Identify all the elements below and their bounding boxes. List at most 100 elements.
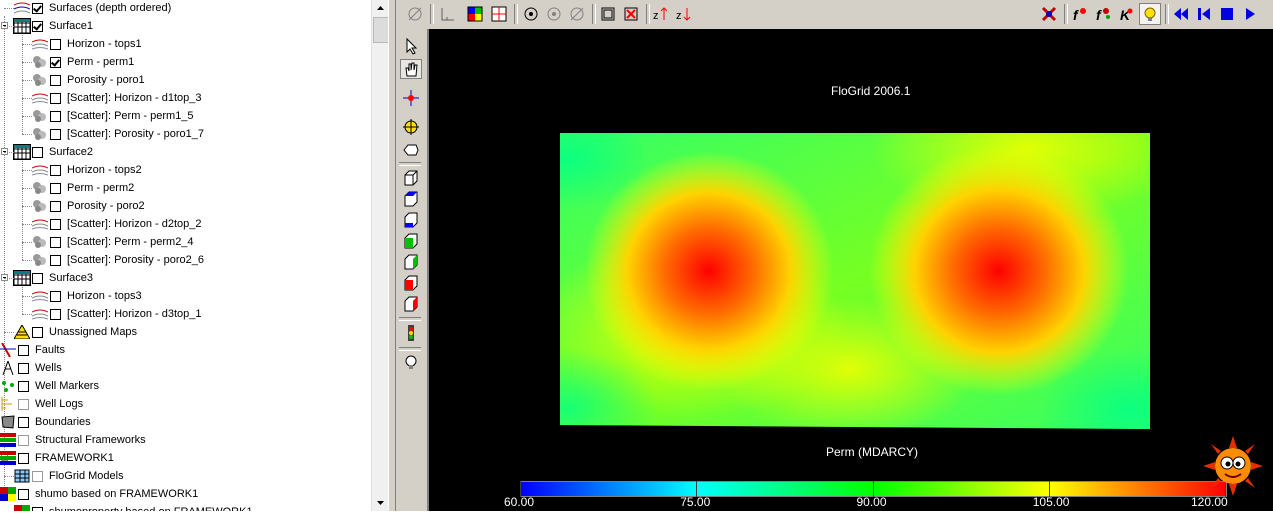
tree-item[interactable]: Unassigned Maps xyxy=(13,323,137,341)
tree-item[interactable]: Surface3 xyxy=(13,269,93,287)
box-cross-button[interactable] xyxy=(620,3,642,25)
tree-checkbox[interactable] xyxy=(32,272,43,284)
tree-item[interactable]: Surface1 xyxy=(13,17,93,35)
tree-item[interactable]: [Scatter]: Horizon - d3top_1 xyxy=(31,305,202,323)
tree-checkbox[interactable] xyxy=(32,2,43,14)
view-left-button[interactable] xyxy=(400,231,422,251)
view-bottom-button[interactable] xyxy=(400,210,422,230)
scroll-down-button[interactable] xyxy=(372,494,389,511)
view-front-red-button[interactable] xyxy=(400,273,422,293)
tree-item[interactable]: [Scatter]: Perm - perm1_5 xyxy=(32,107,194,125)
no-rotate-button[interactable] xyxy=(566,3,588,25)
stop-button[interactable] xyxy=(1216,3,1238,25)
tree-checkbox[interactable] xyxy=(18,416,29,428)
tree-checkbox[interactable] xyxy=(18,452,29,464)
tree-item[interactable]: Perm - perm1 xyxy=(32,53,134,71)
tree-item[interactable]: [Scatter]: Porosity - poro2_6 xyxy=(32,251,204,269)
k-layer-button[interactable]: K xyxy=(1115,3,1137,25)
tree-checkbox[interactable] xyxy=(50,254,61,266)
view-top-button[interactable] xyxy=(400,189,422,209)
tree-item[interactable]: [Scatter]: Horizon - d1top_3 xyxy=(31,89,202,107)
tree-item[interactable]: [Scatter]: Perm - perm2_4 xyxy=(32,233,194,251)
tree-item[interactable]: Structural Frameworks xyxy=(0,431,146,449)
zoom-move-button[interactable] xyxy=(400,88,422,108)
tree-checkbox[interactable] xyxy=(50,56,61,68)
tree-item[interactable]: Horizon - tops3 xyxy=(31,287,142,305)
rotate-x-button[interactable] xyxy=(520,3,542,25)
tree-item[interactable]: [Scatter]: Horizon - d2top_2 xyxy=(31,215,202,233)
tree-item[interactable]: Well Logs xyxy=(0,395,83,413)
scroll-thumb[interactable] xyxy=(373,17,389,43)
tree-checkbox[interactable] xyxy=(50,38,61,50)
tree-checkbox[interactable] xyxy=(18,344,29,356)
traffic-light-button[interactable] xyxy=(400,323,422,343)
tree-checkbox[interactable] xyxy=(50,164,61,176)
light-bulb-button[interactable] xyxy=(1139,3,1161,25)
tree-item[interactable]: Horizon - tops1 xyxy=(31,35,142,53)
tree-checkbox[interactable] xyxy=(18,434,29,446)
axes-button[interactable] xyxy=(436,3,458,25)
hide-button[interactable] xyxy=(404,3,426,25)
play-button[interactable] xyxy=(1239,3,1261,25)
z-scale-up-button[interactable]: z xyxy=(650,3,672,25)
tree-checkbox[interactable] xyxy=(32,20,43,32)
view-back-red-button[interactable] xyxy=(400,294,422,314)
color-cube-button[interactable] xyxy=(464,3,486,25)
tree-item[interactable]: [Scatter]: Porosity - poro1_7 xyxy=(32,125,204,143)
tree-checkbox[interactable] xyxy=(50,74,61,86)
tree-item[interactable]: Boundaries xyxy=(0,413,91,431)
tree-checkbox[interactable] xyxy=(50,236,61,248)
tree-checkbox[interactable] xyxy=(50,92,61,104)
tree-item[interactable]: FloGrid Models xyxy=(14,467,124,485)
mesh-cube-button[interactable] xyxy=(488,3,510,25)
tree-checkbox[interactable] xyxy=(50,308,61,320)
tree-item[interactable]: Surface2 xyxy=(13,143,94,161)
panel-splitter[interactable] xyxy=(388,0,396,511)
filter-button[interactable]: f xyxy=(1069,3,1091,25)
tree-checkbox[interactable] xyxy=(50,200,61,212)
tree-checkbox[interactable] xyxy=(32,326,43,338)
tree-item[interactable]: shumo based on FRAMEWORK1 xyxy=(0,485,198,503)
tree-checkbox[interactable] xyxy=(50,110,61,122)
tree-item[interactable]: Surfaces (depth ordered) xyxy=(13,0,171,17)
view-right-button[interactable] xyxy=(400,252,422,272)
wells-star-button[interactable] xyxy=(1038,3,1060,25)
tree-item[interactable]: Wells xyxy=(0,359,62,377)
tree-item[interactable]: Horizon - tops2 xyxy=(31,161,142,179)
3d-viewport[interactable]: FloGrid 2006.1 Perm (MDARCY) 60.00 75.00… xyxy=(427,29,1273,511)
target-button[interactable] xyxy=(400,117,422,137)
horizon-icon xyxy=(31,91,49,105)
light-button[interactable] xyxy=(400,352,422,372)
filter-red-button[interactable]: f xyxy=(1092,3,1114,25)
tree-checkbox[interactable] xyxy=(32,470,43,482)
scroll-up-button[interactable] xyxy=(372,0,389,17)
tree-item[interactable]: Faults xyxy=(0,341,65,359)
tree-item[interactable]: Porosity - poro2 xyxy=(32,197,145,215)
pointer-button[interactable] xyxy=(400,36,422,56)
tree-item[interactable]: FRAMEWORK1 xyxy=(0,449,114,467)
tree-checkbox[interactable] xyxy=(50,218,61,230)
pan-hand-button[interactable] xyxy=(400,59,422,79)
tree-item[interactable]: Porosity - poro1 xyxy=(32,71,145,89)
view-iso-button[interactable] xyxy=(400,168,422,188)
z-scale-down-button[interactable]: z xyxy=(673,3,695,25)
front-view-button[interactable] xyxy=(400,140,422,160)
tree-checkbox[interactable] xyxy=(50,290,61,302)
tree-item[interactable]: shumoproperty based on FRAMEWORK1 xyxy=(14,503,253,511)
tree-checkbox[interactable] xyxy=(50,182,61,194)
tree-checkbox[interactable] xyxy=(18,380,29,392)
tree-checkbox[interactable] xyxy=(50,128,61,140)
tree-item[interactable]: Perm - perm2 xyxy=(32,179,134,197)
tree-checkbox[interactable] xyxy=(18,362,29,374)
tree-scrollbar[interactable] xyxy=(371,0,389,511)
tree-checkbox[interactable] xyxy=(32,506,43,511)
rotate-y-button[interactable] xyxy=(543,3,565,25)
tree-checkbox[interactable] xyxy=(18,398,29,410)
tree-item[interactable]: Well Markers xyxy=(0,377,99,395)
tree-item-label: Surface2 xyxy=(49,146,94,158)
rewind-button[interactable] xyxy=(1170,3,1192,25)
step-back-button[interactable] xyxy=(1193,3,1215,25)
box-button[interactable] xyxy=(597,3,619,25)
tree-checkbox[interactable] xyxy=(18,488,29,500)
tree-checkbox[interactable] xyxy=(32,146,43,158)
